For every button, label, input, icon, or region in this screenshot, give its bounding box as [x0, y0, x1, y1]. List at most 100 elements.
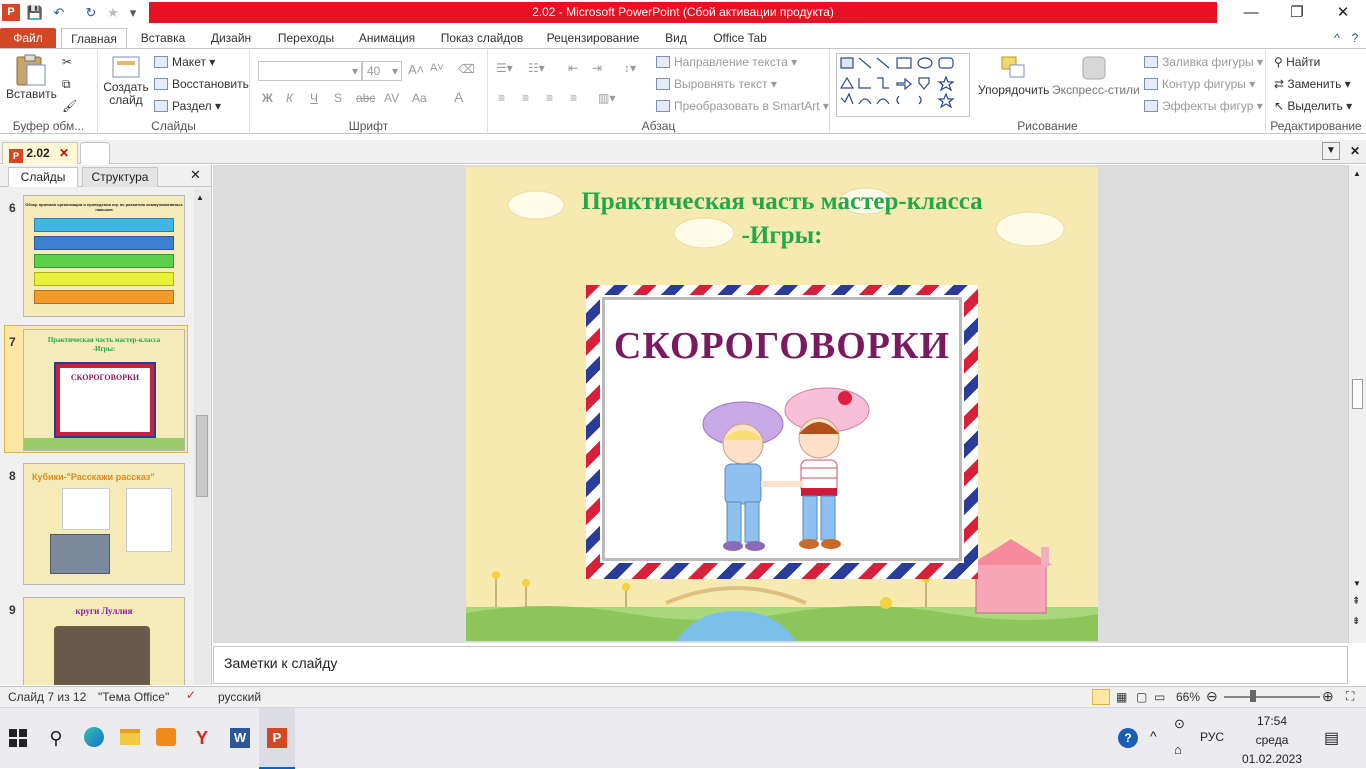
scrollbar-thumb[interactable] — [196, 415, 208, 497]
decrease-indent-icon[interactable]: ⇤ — [568, 61, 578, 75]
tab-home[interactable]: Главная — [61, 28, 127, 48]
layout-button[interactable]: Макет ▾ — [154, 55, 215, 69]
font-color-button[interactable]: A — [454, 89, 463, 105]
slideshow-view-icon[interactable]: ▭ — [1154, 690, 1165, 704]
spellcheck-icon[interactable]: ✓ — [186, 688, 196, 702]
line-spacing-icon[interactable]: ↕▾ — [624, 61, 636, 75]
normal-view-icon[interactable] — [1092, 689, 1110, 705]
thumbnail-slide-7[interactable]: Практическая часть мастер-класса -Игры: … — [23, 329, 185, 451]
columns-icon[interactable]: ▥▾ — [598, 91, 615, 105]
search-icon[interactable]: ⚲ — [38, 708, 74, 769]
network-icon[interactable]: ⌂ — [1174, 742, 1182, 757]
close-icon[interactable]: ✕ — [190, 167, 201, 183]
thumbnail-slide-6[interactable]: Обзор приемов организации и проведения и… — [23, 195, 185, 317]
reading-view-icon[interactable]: ▢ — [1136, 690, 1147, 704]
current-slide[interactable]: Практическая часть мастер-класса -Игры: … — [466, 167, 1098, 641]
cut-icon[interactable]: ✂ — [62, 55, 72, 69]
font-name-combo[interactable]: ▾ — [258, 61, 362, 81]
close-icon[interactable]: ✕ — [59, 146, 69, 160]
tab-outline[interactable]: Структура — [82, 167, 158, 187]
align-left-icon[interactable]: ≡ — [498, 91, 505, 105]
scroll-down-icon[interactable]: ▼ — [1353, 579, 1361, 588]
shape-fill-button[interactable]: Заливка фигуры ▾ — [1144, 55, 1263, 69]
text-direction-button[interactable]: Направление текста ▾ — [656, 55, 797, 69]
reset-button[interactable]: Восстановить — [154, 77, 249, 91]
notifications-icon[interactable]: ▤ — [1324, 728, 1339, 748]
minimize-button[interactable]: — — [1228, 0, 1274, 26]
select-button[interactable]: ↖ Выделить ▾ — [1274, 99, 1352, 113]
scroll-up-icon[interactable]: ▲ — [196, 193, 204, 202]
ribbon-collapse-icon[interactable]: ^ — [1330, 28, 1344, 48]
paste-button[interactable]: Вставить — [6, 53, 57, 101]
tab-file[interactable]: Файл — [0, 28, 56, 48]
numbering-icon[interactable]: ☷▾ — [528, 61, 545, 75]
close-button[interactable]: ✕ — [1320, 0, 1366, 26]
tab-office-tab[interactable]: Office Tab — [704, 28, 776, 48]
new-tab-button[interactable] — [80, 142, 110, 164]
align-right-icon[interactable]: ≡ — [546, 91, 553, 105]
taskbar-edge[interactable] — [76, 708, 112, 769]
undo-icon[interactable]: ↶ — [50, 4, 68, 21]
align-text-button[interactable]: Выровнять текст ▾ — [656, 77, 777, 91]
slide-title[interactable]: Практическая часть мастер-класса -Игры: — [466, 185, 1098, 253]
find-button[interactable]: ⚲ Найти — [1274, 55, 1320, 69]
help-tray-icon[interactable]: ? — [1118, 728, 1138, 748]
theme-name[interactable]: "Тема Office" — [98, 690, 169, 704]
pane-scrollbar[interactable]: ▲ — [194, 189, 210, 685]
shapes-gallery[interactable] — [836, 53, 970, 117]
font-size-combo[interactable]: 40 ▾ — [362, 61, 402, 81]
zoom-slider-track[interactable] — [1224, 696, 1320, 698]
tab-slides[interactable]: Слайды — [8, 167, 78, 187]
taskbar-powerpoint[interactable]: P — [259, 708, 295, 769]
slide-sorter-icon[interactable]: ▦ — [1116, 690, 1127, 704]
restore-button[interactable]: ❐ — [1274, 0, 1320, 26]
close-all-icon[interactable]: ✕ — [1346, 142, 1364, 160]
redo-icon[interactable]: ↻ — [82, 4, 100, 21]
grow-font-icon[interactable]: A˄ — [408, 62, 424, 77]
customize-qat-icon[interactable]: ▾ — [124, 4, 142, 21]
taskbar-word[interactable]: W — [222, 708, 258, 769]
zoom-level[interactable]: 66% — [1176, 690, 1200, 704]
taskbar-explorer[interactable] — [112, 708, 148, 769]
shape-outline-button[interactable]: Контур фигуры ▾ — [1144, 77, 1255, 91]
input-language[interactable]: РУС — [1200, 730, 1224, 744]
tab-insert[interactable]: Вставка — [132, 28, 194, 48]
zoom-out-icon[interactable]: ⊖ — [1206, 688, 1218, 705]
previous-slide-icon[interactable]: ⇞ — [1352, 597, 1360, 607]
section-button[interactable]: Раздел ▾ — [154, 99, 221, 113]
shape-effects-button[interactable]: Эффекты фигур ▾ — [1144, 99, 1263, 113]
start-button[interactable] — [0, 708, 36, 769]
tab-view[interactable]: Вид — [654, 28, 698, 48]
italic-button[interactable]: К — [286, 91, 293, 105]
doc-tab-active[interactable]: P 2.02 ✕ — [2, 142, 78, 164]
tab-list-icon[interactable]: ▼ — [1322, 142, 1340, 160]
bold-button[interactable]: Ж — [262, 91, 273, 105]
smartart-button[interactable]: Преобразовать в SmartArt ▾ — [656, 99, 829, 113]
editor-scrollbar[interactable]: ▲ ▼ ⇞ ⇟ — [1348, 165, 1366, 643]
quick-styles-button[interactable]: Экспресс-стили — [1052, 53, 1140, 97]
replace-button[interactable]: ⇄ Заменить ▾ — [1274, 77, 1351, 91]
tab-slideshow[interactable]: Показ слайдов — [432, 28, 532, 48]
taskbar-media[interactable] — [148, 708, 184, 769]
save-icon[interactable]: 💾 — [26, 4, 44, 21]
camera-icon[interactable]: ⊙ — [1174, 716, 1185, 732]
strikethrough-button[interactable]: abc — [356, 91, 375, 105]
tab-review[interactable]: Рецензирование — [540, 28, 646, 48]
powerpoint-app-icon[interactable]: P — [2, 4, 20, 21]
tab-transitions[interactable]: Переходы — [270, 28, 342, 48]
chevron-up-icon[interactable]: ^ — [1150, 728, 1157, 744]
copy-icon[interactable]: ⧉ — [62, 77, 71, 92]
align-center-icon[interactable]: ≡ — [522, 91, 529, 105]
change-case-button[interactable]: Aa — [412, 91, 427, 105]
skorogovorki-picture[interactable]: СКОРОГОВОРКИ — [586, 285, 978, 579]
shrink-font-icon[interactable]: A˅ — [430, 62, 444, 74]
clear-format-icon[interactable]: ⌫ — [458, 62, 475, 76]
tab-design[interactable]: Дизайн — [200, 28, 262, 48]
help-icon[interactable]: ? — [1348, 28, 1362, 48]
zoom-in-icon[interactable]: ⊕ — [1322, 688, 1334, 705]
tab-animation[interactable]: Анимация — [350, 28, 424, 48]
clock[interactable]: 17:54 среда 01.02.2023 — [1240, 712, 1304, 769]
justify-icon[interactable]: ≡ — [570, 91, 577, 105]
new-slide-button[interactable]: Создать слайд — [102, 53, 150, 107]
fit-to-window-icon[interactable]: ⛶ — [1346, 689, 1354, 704]
